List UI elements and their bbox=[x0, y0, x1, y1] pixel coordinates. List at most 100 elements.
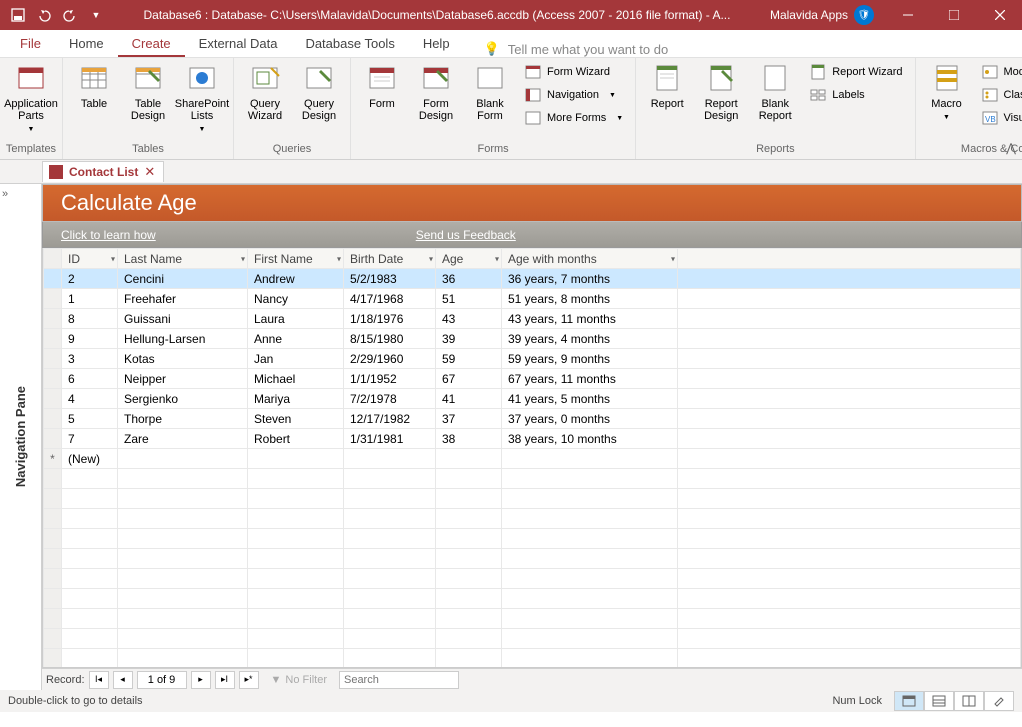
cell-first-name[interactable]: Andrew bbox=[248, 269, 344, 289]
cell-age[interactable]: 36 bbox=[436, 269, 502, 289]
row-selector[interactable] bbox=[44, 309, 62, 329]
cell-age-months[interactable]: 51 years, 8 months bbox=[502, 289, 678, 309]
cell-id[interactable]: 1 bbox=[62, 289, 118, 309]
cell-age[interactable]: 39 bbox=[436, 329, 502, 349]
prev-record-button[interactable]: ◂ bbox=[113, 671, 133, 689]
row-selector[interactable] bbox=[44, 389, 62, 409]
tab-external-data[interactable]: External Data bbox=[185, 30, 292, 57]
new-row-selector[interactable]: * bbox=[44, 449, 62, 469]
application-parts-button[interactable]: Application Parts ▼ bbox=[4, 60, 58, 138]
cell-birth-date[interactable]: 1/31/1981 bbox=[344, 429, 436, 449]
row-selector[interactable] bbox=[44, 269, 62, 289]
tab-create[interactable]: Create bbox=[118, 30, 185, 57]
cell-first-name[interactable]: Laura bbox=[248, 309, 344, 329]
cell-id[interactable]: 9 bbox=[62, 329, 118, 349]
new-record-button[interactable]: ▸* bbox=[239, 671, 259, 689]
table-row[interactable]: 2 Cencini Andrew 5/2/1983 36 36 years, 7… bbox=[44, 269, 1021, 289]
feedback-link[interactable]: Send us Feedback bbox=[416, 228, 516, 242]
visual-basic-button[interactable]: VBVisual Basic bbox=[978, 108, 1022, 128]
cell-last-name[interactable]: Freehafer bbox=[118, 289, 248, 309]
cell-age[interactable]: 41 bbox=[436, 389, 502, 409]
sharepoint-lists-button[interactable]: SharePoint Lists ▼ bbox=[175, 60, 229, 138]
qat-customize-icon[interactable]: ▼ bbox=[84, 3, 108, 27]
row-selector[interactable] bbox=[44, 289, 62, 309]
table-row[interactable]: 9 Hellung-Larsen Anne 8/15/1980 39 39 ye… bbox=[44, 329, 1021, 349]
form-wizard-button[interactable]: Form Wizard bbox=[521, 62, 627, 82]
view-design-button[interactable] bbox=[984, 691, 1014, 711]
labels-button[interactable]: Labels bbox=[806, 85, 906, 105]
cell-age-months[interactable]: 37 years, 0 months bbox=[502, 409, 678, 429]
row-selector[interactable] bbox=[44, 369, 62, 389]
cell-age[interactable]: 37 bbox=[436, 409, 502, 429]
row-selector[interactable] bbox=[44, 429, 62, 449]
table-design-button[interactable]: Table Design bbox=[121, 60, 175, 124]
chevron-down-icon[interactable]: ▾ bbox=[337, 254, 341, 263]
record-position-input[interactable] bbox=[137, 671, 187, 689]
table-row[interactable]: 3 Kotas Jan 2/29/1960 59 59 years, 9 mon… bbox=[44, 349, 1021, 369]
cell-birth-date[interactable]: 2/29/1960 bbox=[344, 349, 436, 369]
query-wizard-button[interactable]: Query Wizard bbox=[238, 60, 292, 124]
cell-age[interactable]: 43 bbox=[436, 309, 502, 329]
tab-file[interactable]: File bbox=[6, 30, 55, 57]
column-header-id[interactable]: ID▾ bbox=[62, 249, 118, 269]
cell-birth-date[interactable]: 7/2/1978 bbox=[344, 389, 436, 409]
learn-how-link[interactable]: Click to learn how bbox=[61, 228, 156, 242]
module-button[interactable]: Module bbox=[978, 62, 1022, 82]
chevron-down-icon[interactable]: ▾ bbox=[111, 254, 115, 263]
row-selector[interactable] bbox=[44, 349, 62, 369]
cell-new[interactable]: (New) bbox=[62, 449, 118, 469]
cell-birth-date[interactable]: 1/18/1976 bbox=[344, 309, 436, 329]
tab-home[interactable]: Home bbox=[55, 30, 118, 57]
cell-first-name[interactable]: Mariya bbox=[248, 389, 344, 409]
form-button[interactable]: Form bbox=[355, 60, 409, 112]
chevron-down-icon[interactable]: ▾ bbox=[241, 254, 245, 263]
cell-age-months[interactable]: 38 years, 10 months bbox=[502, 429, 678, 449]
cell-first-name[interactable]: Michael bbox=[248, 369, 344, 389]
view-datasheet-button[interactable] bbox=[924, 691, 954, 711]
maximize-button[interactable] bbox=[932, 0, 976, 30]
cell-id[interactable]: 7 bbox=[62, 429, 118, 449]
column-header-age-with-months[interactable]: Age with months▾ bbox=[502, 249, 678, 269]
search-input[interactable] bbox=[339, 671, 459, 689]
cell-age-months[interactable]: 59 years, 9 months bbox=[502, 349, 678, 369]
first-record-button[interactable]: I◂ bbox=[89, 671, 109, 689]
cell-id[interactable]: 2 bbox=[62, 269, 118, 289]
cell-first-name[interactable]: Nancy bbox=[248, 289, 344, 309]
column-header-last-name[interactable]: Last Name▾ bbox=[118, 249, 248, 269]
blank-form-button[interactable]: Blank Form bbox=[463, 60, 517, 124]
save-icon[interactable] bbox=[6, 3, 30, 27]
table-row[interactable]: 1 Freehafer Nancy 4/17/1968 51 51 years,… bbox=[44, 289, 1021, 309]
navigation-button[interactable]: Navigation▼ bbox=[521, 85, 627, 105]
cell-age[interactable]: 67 bbox=[436, 369, 502, 389]
cell-age-months[interactable]: 36 years, 7 months bbox=[502, 269, 678, 289]
cell-age-months[interactable]: 39 years, 4 months bbox=[502, 329, 678, 349]
column-header-age[interactable]: Age▾ bbox=[436, 249, 502, 269]
row-selector[interactable] bbox=[44, 409, 62, 429]
cell-last-name[interactable]: Neipper bbox=[118, 369, 248, 389]
cell-age-months[interactable]: 67 years, 11 months bbox=[502, 369, 678, 389]
tab-contact-list[interactable]: Contact List ✕ bbox=[42, 161, 164, 182]
view-form-button[interactable] bbox=[894, 691, 924, 711]
navigation-pane[interactable]: Navigation Pane bbox=[0, 184, 42, 690]
chevron-down-icon[interactable]: ▾ bbox=[671, 254, 675, 263]
table-row[interactable]: 4 Sergienko Mariya 7/2/1978 41 41 years,… bbox=[44, 389, 1021, 409]
cell-id[interactable]: 5 bbox=[62, 409, 118, 429]
report-button[interactable]: Report bbox=[640, 60, 694, 112]
report-design-button[interactable]: Report Design bbox=[694, 60, 748, 124]
cell-id[interactable]: 4 bbox=[62, 389, 118, 409]
form-design-button[interactable]: Form Design bbox=[409, 60, 463, 124]
cell-last-name[interactable]: Zare bbox=[118, 429, 248, 449]
close-button[interactable] bbox=[978, 0, 1022, 30]
cell-last-name[interactable]: Kotas bbox=[118, 349, 248, 369]
next-record-button[interactable]: ▸ bbox=[191, 671, 211, 689]
cell-id[interactable]: 3 bbox=[62, 349, 118, 369]
cell-age-months[interactable]: 43 years, 11 months bbox=[502, 309, 678, 329]
cell-id[interactable]: 6 bbox=[62, 369, 118, 389]
table-row[interactable]: 6 Neipper Michael 1/1/1952 67 67 years, … bbox=[44, 369, 1021, 389]
cell-age[interactable]: 59 bbox=[436, 349, 502, 369]
collapse-ribbon-icon[interactable]: ⋀ bbox=[1006, 141, 1016, 155]
cell-birth-date[interactable]: 8/15/1980 bbox=[344, 329, 436, 349]
cell-last-name[interactable]: Hellung-Larsen bbox=[118, 329, 248, 349]
more-forms-button[interactable]: More Forms▼ bbox=[521, 108, 627, 128]
cell-last-name[interactable]: Thorpe bbox=[118, 409, 248, 429]
